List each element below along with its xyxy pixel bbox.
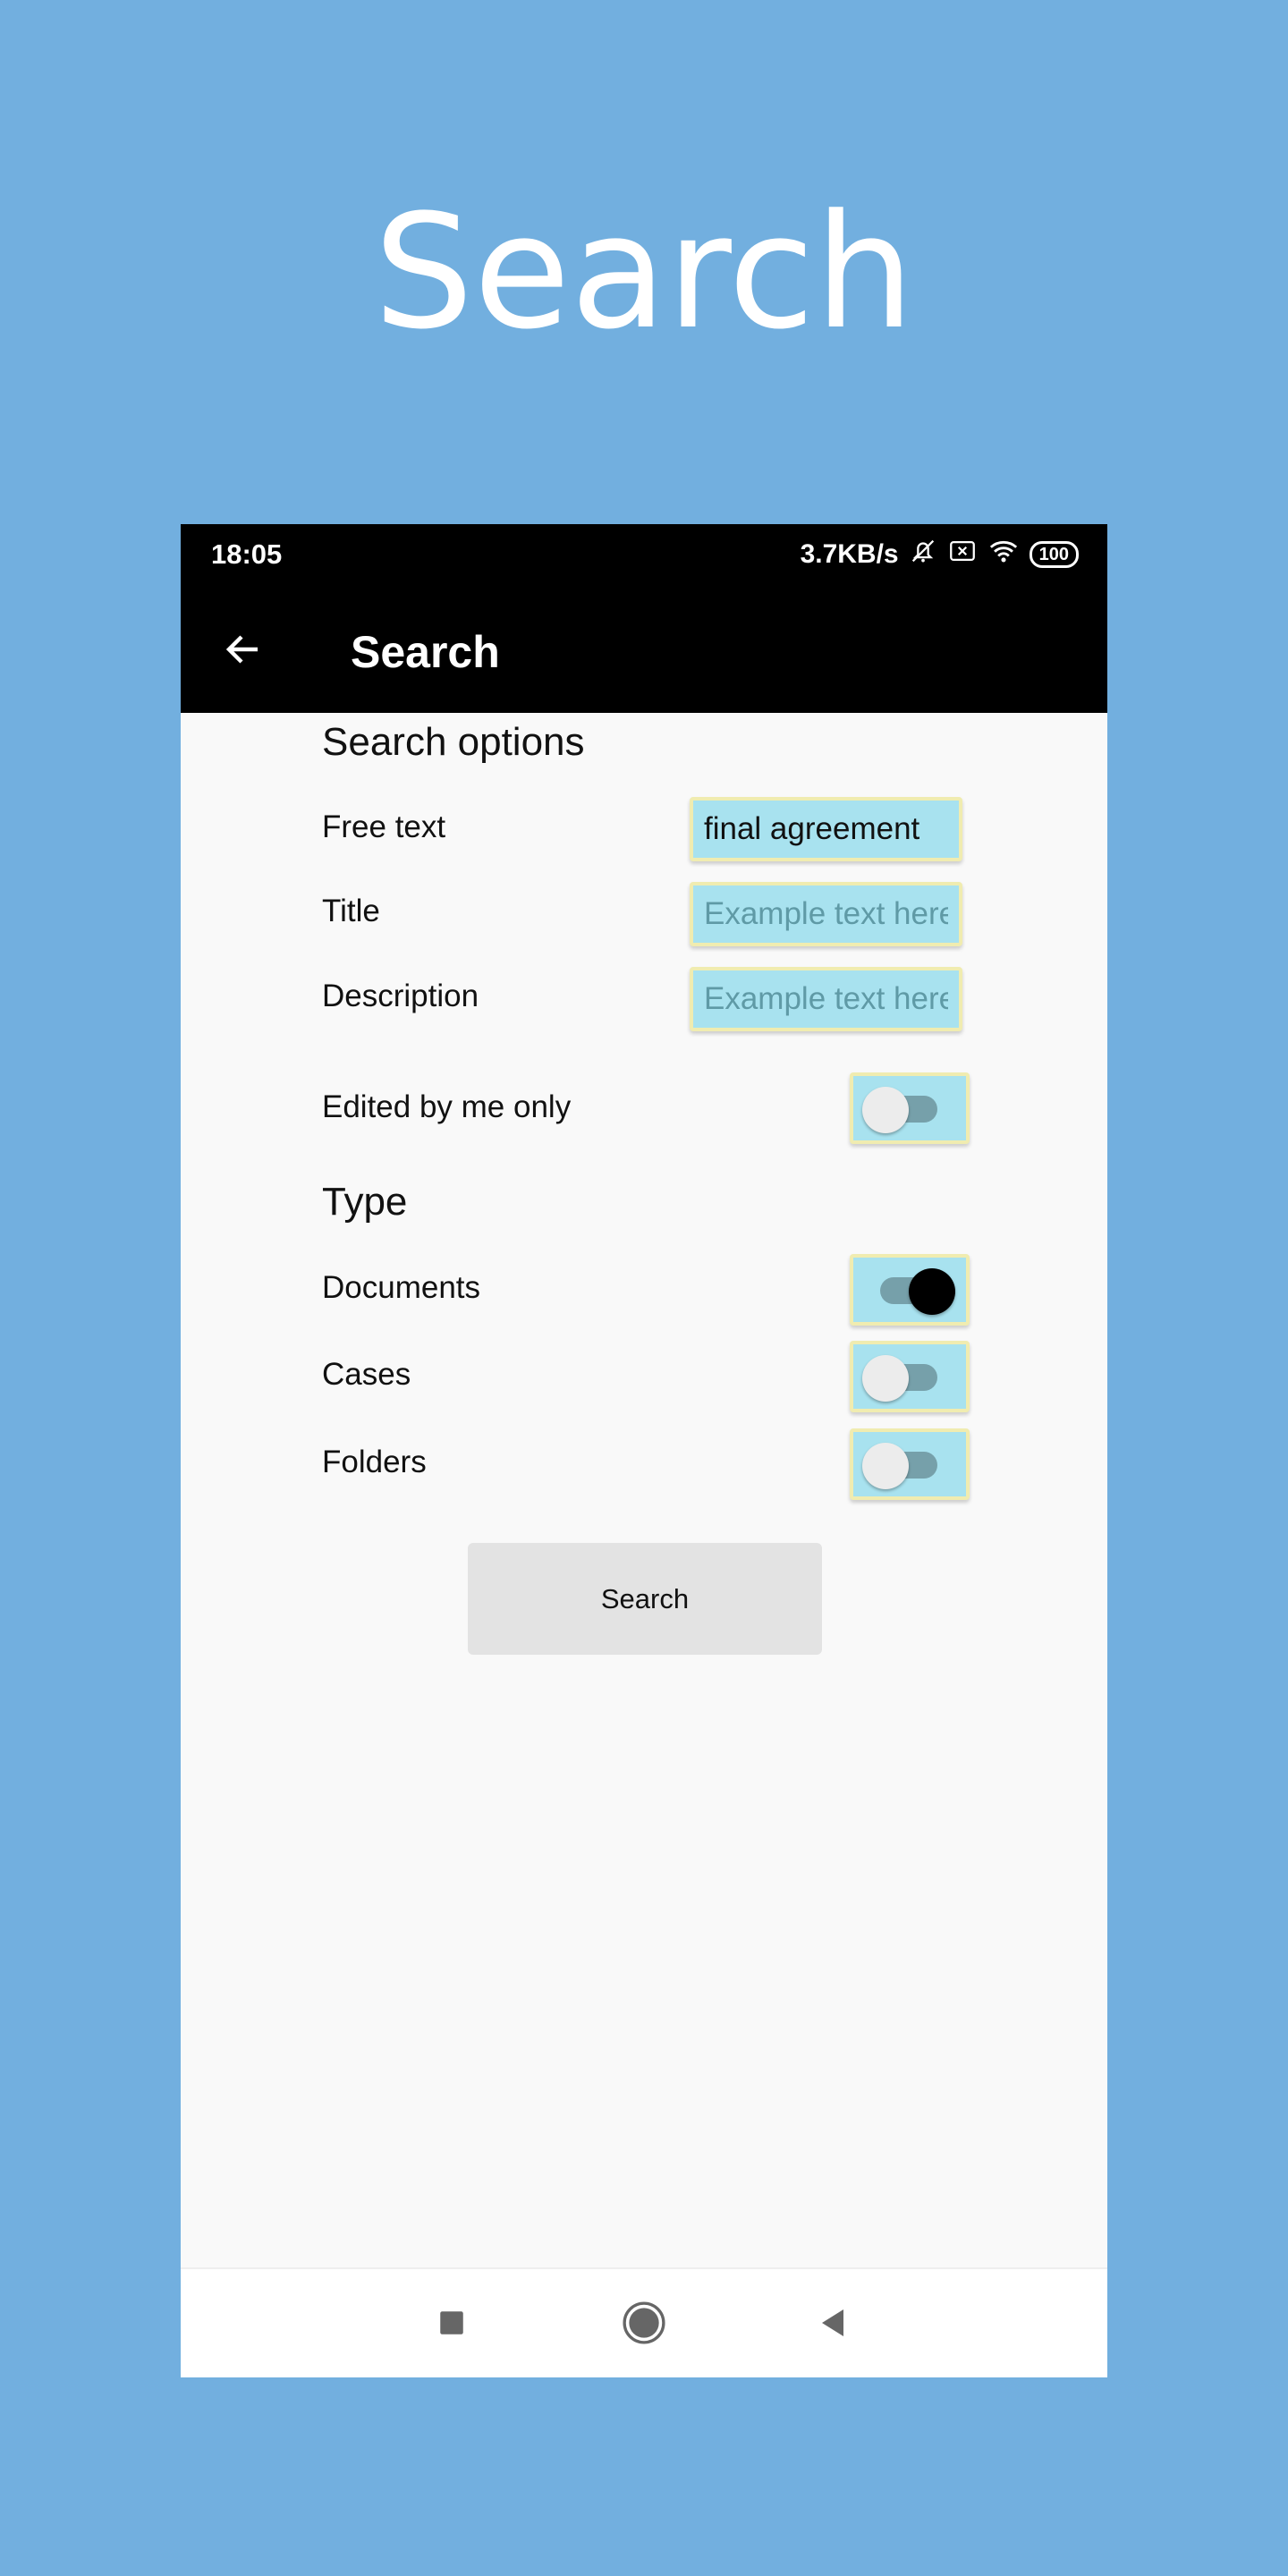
- recents-square-icon: [440, 2311, 463, 2334]
- status-icons: 3.7KB/s 100: [801, 537, 1079, 572]
- search-button[interactable]: Search: [468, 1543, 822, 1655]
- label-free-text: Free text: [322, 809, 446, 844]
- folders-toggle[interactable]: [850, 1428, 970, 1500]
- wifi-icon: [987, 536, 1021, 573]
- free-text-input[interactable]: [690, 797, 962, 861]
- label-description: Description: [322, 979, 479, 1013]
- title-input[interactable]: [690, 882, 962, 946]
- section-title-type: Type: [322, 1180, 408, 1224]
- bell-muted-icon: [908, 536, 938, 573]
- status-bar: 18:05 3.7KB/s 100: [181, 524, 1107, 587]
- label-cases: Cases: [322, 1357, 411, 1392]
- label-documents: Documents: [322, 1270, 481, 1305]
- arrow-left-icon: [225, 635, 258, 664]
- recents-button[interactable]: [425, 2296, 479, 2350]
- home-circle-icon: [623, 2301, 665, 2344]
- label-edited-by-me: Edited by me only: [322, 1089, 572, 1124]
- battery-icon: 100: [1029, 541, 1079, 568]
- hero-title: Search: [373, 181, 915, 364]
- label-folders: Folders: [322, 1445, 427, 1479]
- status-time: 18:05: [211, 538, 283, 570]
- phone-screen: 18:05 3.7KB/s 100 Search Search options …: [181, 524, 1107, 2377]
- toggle-thumb: [862, 1443, 909, 1489]
- edited-by-me-toggle[interactable]: [850, 1072, 970, 1144]
- back-triangle-icon: [822, 2309, 843, 2336]
- toggle-thumb: [909, 1268, 955, 1315]
- system-nav-bar: [181, 2267, 1107, 2377]
- home-button[interactable]: [617, 2296, 671, 2350]
- app-title: Search: [351, 627, 500, 677]
- battery-level: 100: [1038, 545, 1069, 564]
- section-title-search-options: Search options: [322, 720, 585, 764]
- toggle-thumb: [862, 1087, 909, 1133]
- documents-toggle[interactable]: [850, 1254, 970, 1326]
- back-nav-button[interactable]: [806, 2296, 860, 2350]
- app-bar: Search: [181, 587, 1107, 713]
- description-input[interactable]: [690, 967, 962, 1031]
- sim-none-icon: [947, 536, 978, 573]
- toggle-thumb: [862, 1355, 909, 1402]
- cases-toggle[interactable]: [850, 1341, 970, 1412]
- label-title: Title: [322, 894, 380, 928]
- network-speed: 3.7KB/s: [800, 539, 899, 569]
- back-button[interactable]: [216, 623, 270, 676]
